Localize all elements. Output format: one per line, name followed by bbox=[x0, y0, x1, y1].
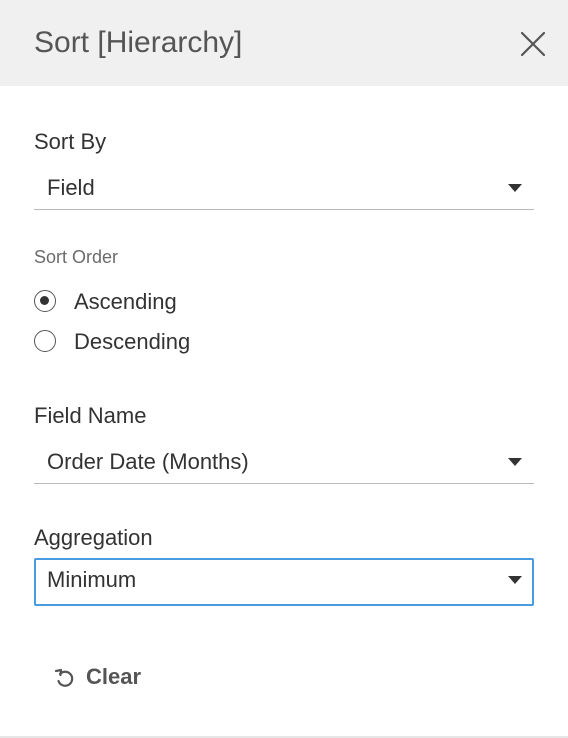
field-name-label: Field Name bbox=[34, 403, 147, 428]
radio-descending[interactable]: Descending bbox=[34, 328, 284, 358]
field-name-value: Order Date (Months) bbox=[47, 449, 249, 474]
clear-button[interactable]: Clear bbox=[52, 660, 162, 694]
chevron-down-icon bbox=[508, 576, 522, 584]
sort-by-label: Sort By bbox=[34, 129, 107, 154]
close-icon bbox=[520, 31, 546, 57]
radio-dot bbox=[40, 296, 49, 305]
sort-by-value: Field bbox=[47, 175, 95, 200]
chevron-down-icon bbox=[508, 458, 522, 466]
close-button[interactable] bbox=[516, 27, 550, 61]
chevron-down-icon bbox=[508, 184, 522, 192]
sort-dialog: Sort [Hierarchy] Sort By Field Sort Orde… bbox=[0, 0, 568, 738]
radio-descending-label: Descending bbox=[74, 329, 191, 354]
dialog-header: Sort [Hierarchy] bbox=[0, 0, 568, 86]
field-name-dropdown[interactable]: Order Date (Months) bbox=[34, 440, 534, 484]
clear-label: Clear bbox=[86, 664, 142, 689]
undo-icon bbox=[54, 668, 74, 687]
aggregation-value: Minimum bbox=[47, 567, 137, 592]
radio-ascending[interactable]: Ascending bbox=[34, 288, 284, 318]
radio-button-selected[interactable] bbox=[34, 290, 56, 312]
sort-by-dropdown[interactable]: Field bbox=[34, 166, 534, 210]
radio-ascending-label: Ascending bbox=[74, 289, 177, 314]
aggregation-label: Aggregation bbox=[34, 525, 153, 550]
sort-order-label: Sort Order bbox=[34, 247, 119, 267]
dialog-title: Sort [Hierarchy] bbox=[34, 26, 243, 59]
aggregation-dropdown[interactable]: Minimum bbox=[34, 558, 534, 606]
radio-button[interactable] bbox=[34, 330, 56, 352]
